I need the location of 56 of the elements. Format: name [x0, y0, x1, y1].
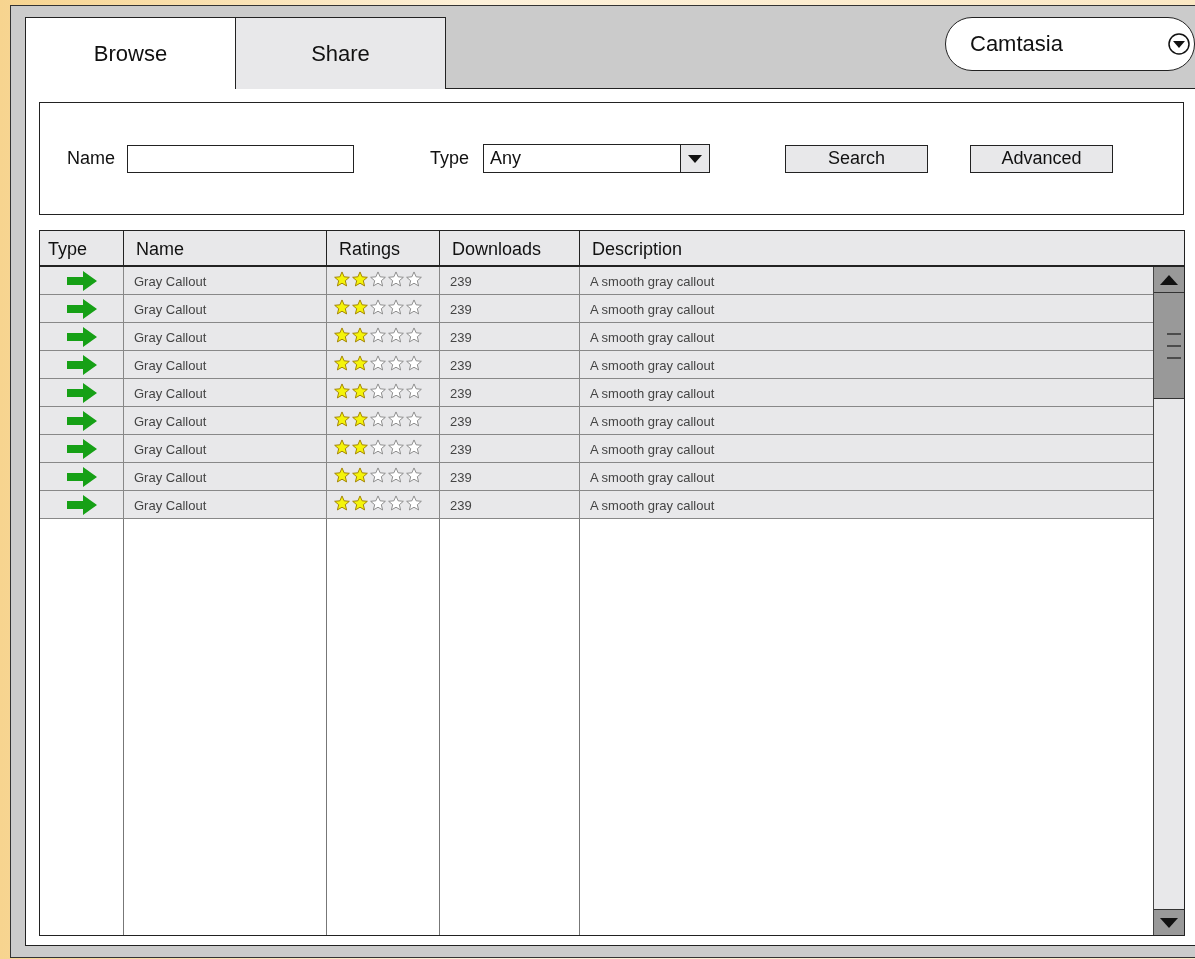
dropdown-caret-icon [1168, 33, 1190, 55]
table-cell: 239 [440, 267, 580, 294]
table-cell: Gray Callout [124, 491, 327, 518]
table-cell: Gray Callout [124, 435, 327, 462]
table-cell: Gray Callout [124, 295, 327, 322]
table-cell: 239 [440, 435, 580, 462]
arrow-icon [66, 438, 97, 459]
tab[interactable]: Share [235, 17, 446, 89]
column-header[interactable]: Type [40, 231, 124, 265]
table-cell-text: A smooth gray callout [589, 385, 716, 403]
table-cell-text: A smooth gray callout [589, 357, 716, 375]
table-cell-text: A smooth gray callout [589, 273, 716, 291]
table-cell: 239 [440, 407, 580, 434]
table-cell: Gray Callout [124, 407, 327, 434]
table-cell-text: A smooth gray callout [589, 301, 716, 319]
arrow-icon [66, 298, 97, 319]
table-cell: Gray Callout [124, 351, 327, 378]
arrow-icon [66, 410, 97, 431]
arrow-icon [66, 354, 97, 375]
column-header[interactable]: Description [580, 231, 1184, 265]
scroll-up-icon [1160, 274, 1178, 285]
type-dropdown[interactable]: Any [483, 144, 711, 173]
arrow-icon [66, 382, 97, 403]
table-cell: Gray Callout [124, 323, 327, 350]
arrow-icon [66, 494, 97, 515]
scroll-thumb[interactable] [1154, 293, 1184, 399]
table-cell: 239 [440, 491, 580, 518]
name-field[interactable] [127, 144, 354, 173]
column-header[interactable]: Name [124, 231, 327, 265]
scroll-down-icon [1160, 917, 1178, 928]
table-cell: Gray Callout [124, 379, 327, 406]
table-cell: 239 [440, 323, 580, 350]
scrollbar[interactable] [1153, 267, 1184, 935]
table-cell: 239 [440, 463, 580, 490]
product-dropdown[interactable]: Camtasia [945, 17, 1195, 71]
arrow-icon [66, 466, 97, 487]
search-button[interactable]: Search [785, 144, 929, 173]
table-cell: Gray Callout [124, 463, 327, 490]
arrow-icon [66, 326, 97, 347]
table-cell: 239 [440, 295, 580, 322]
name-label: Name [67, 148, 115, 169]
column-header[interactable]: Downloads [440, 231, 580, 265]
table-cell: 239 [440, 379, 580, 406]
caret-icon [688, 154, 703, 163]
table-cell-text: A smooth gray callout [589, 329, 716, 347]
arrow-icon [66, 270, 97, 291]
table-cell-text: A smooth gray callout [589, 469, 716, 487]
type-label: Type [430, 148, 470, 169]
column-header[interactable]: Ratings [327, 231, 440, 265]
tab[interactable]: Browse [25, 17, 236, 89]
advanced-button[interactable]: Advanced [970, 144, 1114, 173]
table-cell: 239 [440, 351, 580, 378]
table-cell-text: A smooth gray callout [589, 441, 716, 459]
table-cell: Gray Callout [124, 267, 327, 294]
table-cell-text: A smooth gray callout [589, 413, 716, 431]
table-cell-text: A smooth gray callout [589, 497, 716, 515]
